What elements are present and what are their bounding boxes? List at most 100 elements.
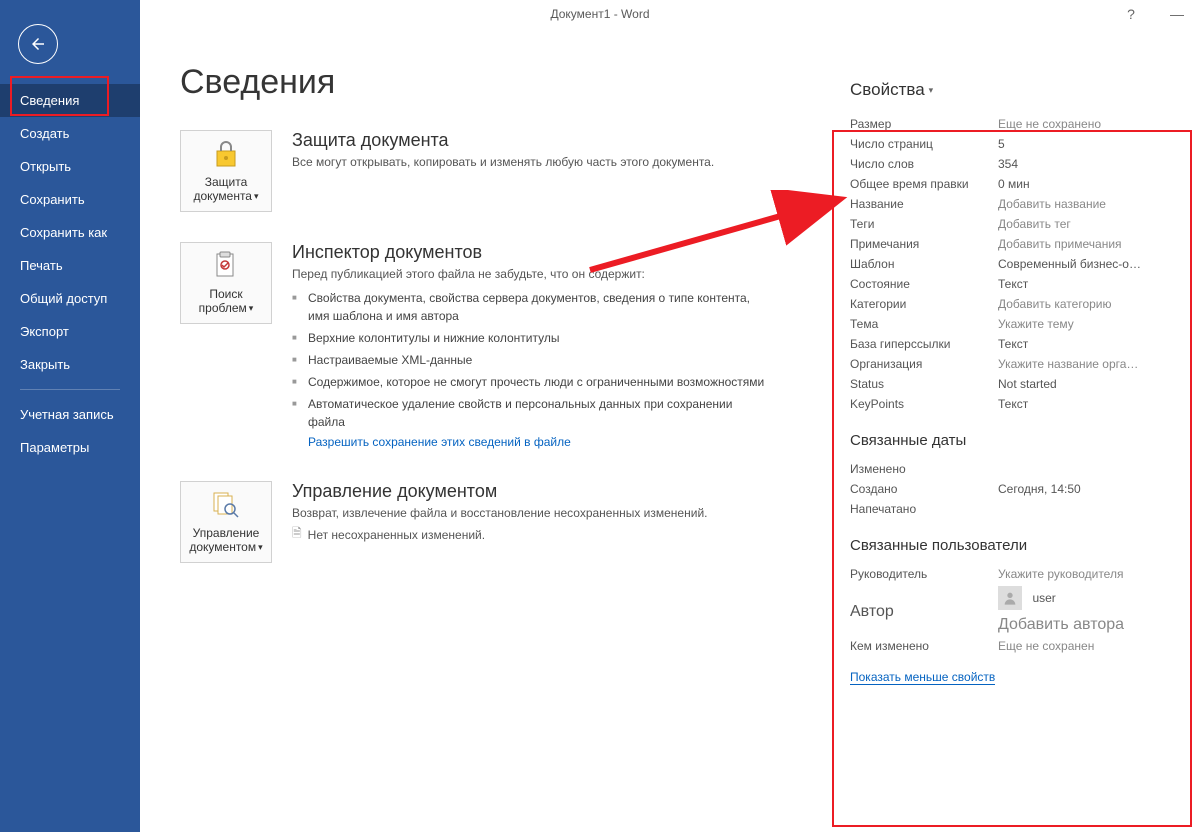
property-row: ТемаУкажите тему [850, 314, 1170, 334]
property-value[interactable]: Добавить примечания [998, 237, 1122, 251]
property-row: НазваниеДобавить название [850, 194, 1170, 214]
lock-icon [213, 139, 239, 169]
property-row: ПримечанияДобавить примечания [850, 234, 1170, 254]
nav-item-8[interactable]: Закрыть [0, 348, 140, 381]
property-row: ТегиДобавить тег [850, 214, 1170, 234]
inspect-icon [211, 251, 241, 281]
property-label: Размер [850, 117, 998, 131]
property-value: Текст [998, 397, 1028, 411]
nav-item-1[interactable]: Создать [0, 117, 140, 150]
inspect-title: Инспектор документов [292, 242, 772, 263]
nav-item-4[interactable]: Сохранить как [0, 216, 140, 249]
related-users-header: Связанные пользователи [850, 537, 1170, 554]
manage-doc-icon [211, 490, 241, 520]
property-value: Текст [998, 337, 1028, 351]
property-value[interactable]: Укажите тему [998, 317, 1074, 331]
property-value[interactable]: Еще не сохранено [998, 117, 1101, 131]
manage-document-button[interactable]: Управление документом▾ [180, 481, 272, 563]
property-value[interactable]: Добавить категорию [998, 297, 1112, 311]
property-value: Текст [998, 277, 1028, 291]
protect-desc: Все могут открывать, копировать и изменя… [292, 155, 714, 169]
property-value: Современный бизнес-о… [998, 257, 1141, 271]
titlebar: Документ1 - Word ? — [0, 0, 1200, 28]
property-value: Not started [998, 377, 1057, 391]
manager-label: Руководитель [850, 567, 998, 581]
protect-document-button[interactable]: Защита документа▾ [180, 130, 272, 212]
date-row: Напечатано [850, 499, 1170, 519]
add-author[interactable]: Добавить автора [998, 616, 1124, 634]
nav-footer-item-1[interactable]: Параметры [0, 431, 140, 464]
date-row: СозданоСегодня, 14:50 [850, 479, 1170, 499]
property-label: Шаблон [850, 257, 998, 271]
nav-item-5[interactable]: Печать [0, 249, 140, 282]
property-value: 5 [998, 137, 1005, 151]
property-value[interactable]: Добавить название [998, 197, 1106, 211]
property-label: Число страниц [850, 137, 998, 151]
help-button[interactable]: ? [1108, 0, 1154, 28]
property-label: Теги [850, 217, 998, 231]
property-row: Число страниц5 [850, 134, 1170, 154]
property-value[interactable]: Добавить тег [998, 217, 1071, 231]
date-label: Создано [850, 482, 998, 496]
property-row: Число слов354 [850, 154, 1170, 174]
document-icon: 🗎 [292, 524, 302, 545]
property-row: База гиперссылкиТекст [850, 334, 1170, 354]
date-value: Сегодня, 14:50 [998, 482, 1081, 496]
allow-save-link[interactable]: Разрешить сохранение этих сведений в фай… [292, 435, 571, 449]
nav-item-2[interactable]: Открыть [0, 150, 140, 183]
property-label: Состояние [850, 277, 998, 291]
manager-value[interactable]: Укажите руководителя [998, 567, 1123, 581]
arrow-left-icon [29, 35, 47, 53]
inspect-item-0: Свойства документа, свойства сервера док… [292, 287, 772, 327]
property-row: StatusNot started [850, 374, 1170, 394]
check-issues-button[interactable]: Поиск проблем▾ [180, 242, 272, 324]
nav-footer-item-0[interactable]: Учетная запись [0, 398, 140, 431]
inspect-item-4: Автоматическое удаление свойств и персон… [292, 393, 772, 433]
manage-title: Управление документом [292, 481, 707, 502]
property-row: КатегорииДобавить категорию [850, 294, 1170, 314]
date-row: Изменено [850, 459, 1170, 479]
backstage-sidebar: СведенияСоздатьОткрытьСохранитьСохранить… [0, 0, 140, 832]
date-label: Изменено [850, 462, 998, 476]
changed-by-label: Кем изменено [850, 639, 998, 653]
changed-by-value: Еще не сохранен [998, 639, 1094, 653]
back-button[interactable] [18, 24, 58, 64]
show-less-properties-link[interactable]: Показать меньше свойств [850, 670, 995, 685]
property-row: ШаблонСовременный бизнес-о… [850, 254, 1170, 274]
author-name[interactable]: user [1032, 591, 1055, 605]
property-row: ОрганизацияУкажите название орга… [850, 354, 1170, 374]
manage-desc: Возврат, извлечение файла и восстановлен… [292, 506, 707, 520]
nav-item-0[interactable]: Сведения [0, 84, 140, 117]
unsaved-text: Нет несохраненных изменений. [308, 528, 485, 542]
inspect-desc: Перед публикацией этого файла не забудьт… [292, 267, 772, 281]
protect-title: Защита документа [292, 130, 714, 151]
property-row: СостояниеТекст [850, 274, 1170, 294]
author-label: Автор [850, 599, 998, 621]
minimize-button[interactable]: — [1154, 0, 1200, 28]
property-value: 354 [998, 157, 1018, 171]
date-label: Напечатано [850, 502, 998, 516]
inspect-item-1: Верхние колонтитулы и нижние колонтитулы [292, 327, 772, 349]
avatar [998, 586, 1022, 610]
nav-item-7[interactable]: Экспорт [0, 315, 140, 348]
inspect-item-2: Настраиваемые XML-данные [292, 349, 772, 371]
property-label: Общее время правки [850, 177, 998, 191]
property-label: Тема [850, 317, 998, 331]
property-row: KeyPointsТекст [850, 394, 1170, 414]
nav-divider [20, 389, 120, 390]
property-label: Status [850, 377, 998, 391]
window-title: Документ1 - Word [550, 7, 649, 21]
property-label: Примечания [850, 237, 998, 251]
property-row: РазмерЕще не сохранено [850, 114, 1170, 134]
nav-item-3[interactable]: Сохранить [0, 183, 140, 216]
properties-dropdown[interactable]: Свойства [850, 80, 1170, 100]
property-value[interactable]: Укажите название орга… [998, 357, 1138, 371]
nav-item-6[interactable]: Общий доступ [0, 282, 140, 315]
property-label: Организация [850, 357, 998, 371]
property-label: KeyPoints [850, 397, 998, 411]
properties-panel: Свойства РазмерЕще не сохраненоЧисло стр… [850, 80, 1170, 686]
person-icon [1002, 590, 1018, 606]
related-dates-header: Связанные даты [850, 432, 1170, 449]
property-label: Название [850, 197, 998, 211]
property-label: Число слов [850, 157, 998, 171]
